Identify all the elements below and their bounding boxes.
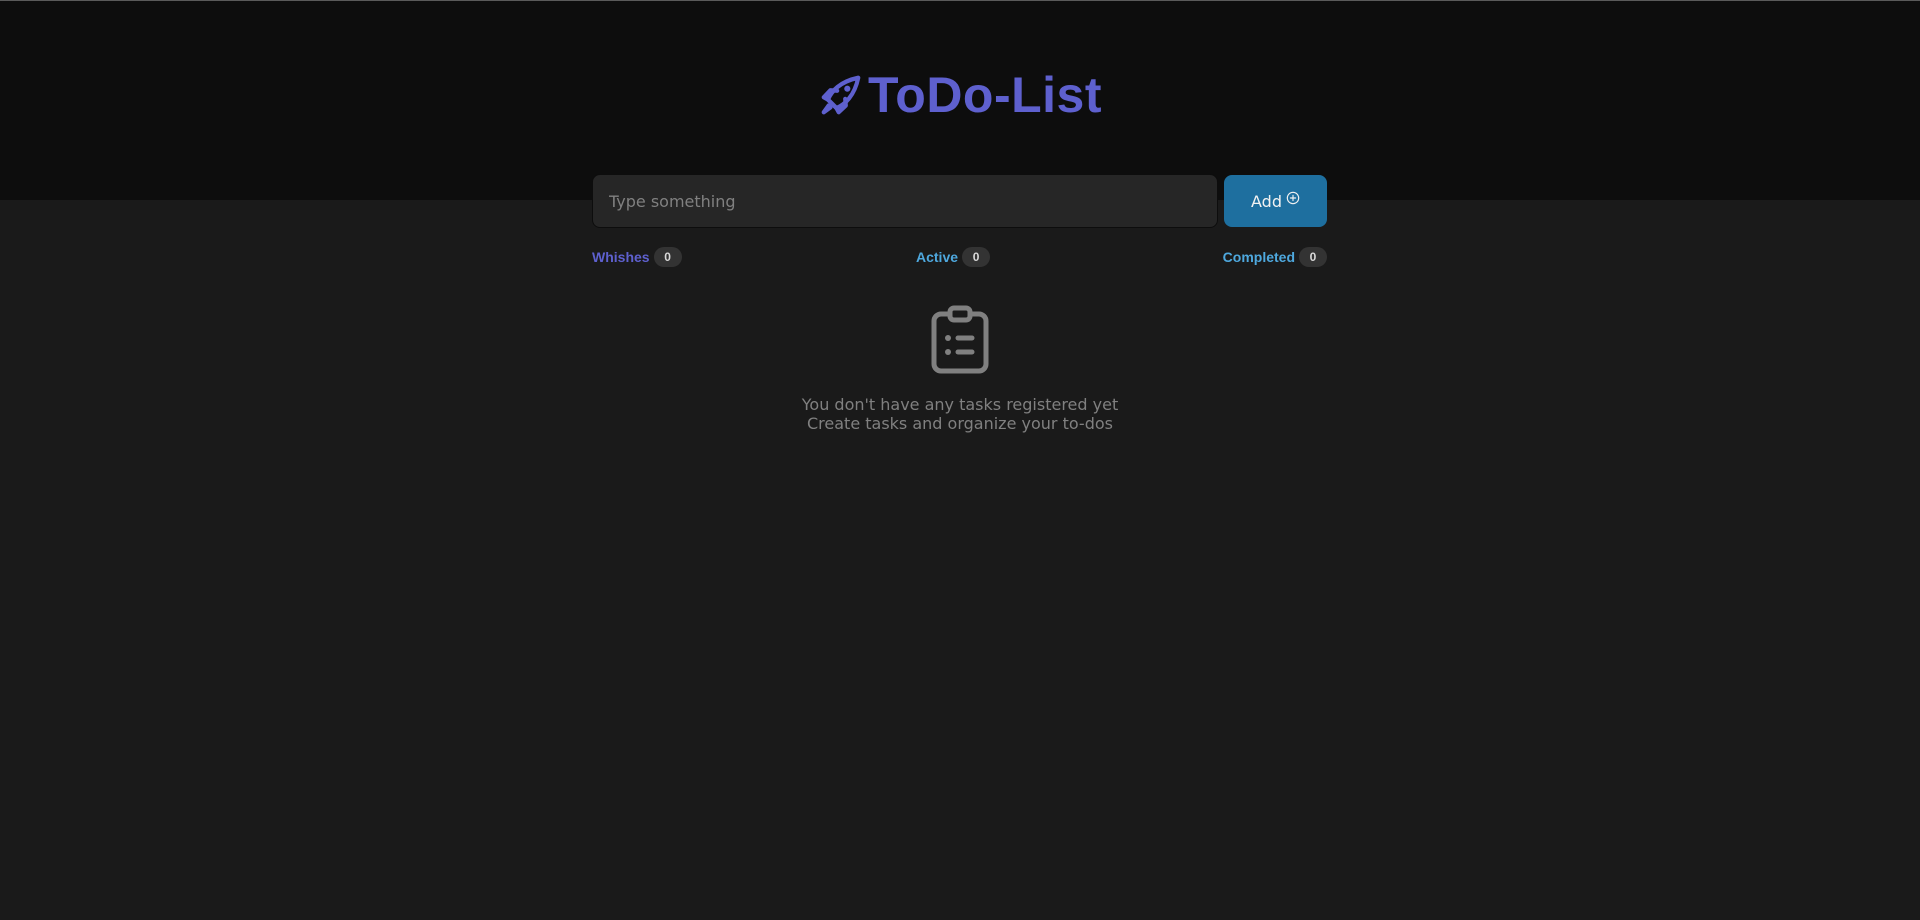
app-header: ToDo-List [0,1,1920,200]
new-task-form: Add [592,174,1327,228]
clipboard-icon [931,305,989,374]
counter-badge: 0 [962,247,991,267]
rocket-icon [821,75,861,115]
app-title: ToDo-List [867,67,1103,123]
plus-circle-icon [1286,191,1300,205]
counter-whishes[interactable]: Whishes 0 [592,246,682,268]
counter-badge: 0 [1299,247,1327,267]
empty-state-message: You don't have any tasks registered yet [801,395,1119,414]
app-logo: ToDo-List [0,67,1920,123]
counter-active[interactable]: Active 0 [916,246,991,268]
empty-state-hint: Create tasks and organize your to-dos [807,414,1113,433]
add-button-label: Add [1251,191,1282,211]
counter-completed[interactable]: Completed 0 [1223,246,1327,268]
counter-label: Active [916,249,959,265]
counter-label: Whishes [592,249,650,265]
new-task-input[interactable] [592,174,1218,228]
counter-label: Completed [1222,249,1295,265]
add-task-button[interactable]: Add [1224,175,1327,227]
counter-badge: 0 [653,247,682,267]
empty-state: You don't have any tasks registered yet … [0,305,1920,433]
task-counters: Whishes 0 Active 0 Completed 0 [592,246,1327,268]
